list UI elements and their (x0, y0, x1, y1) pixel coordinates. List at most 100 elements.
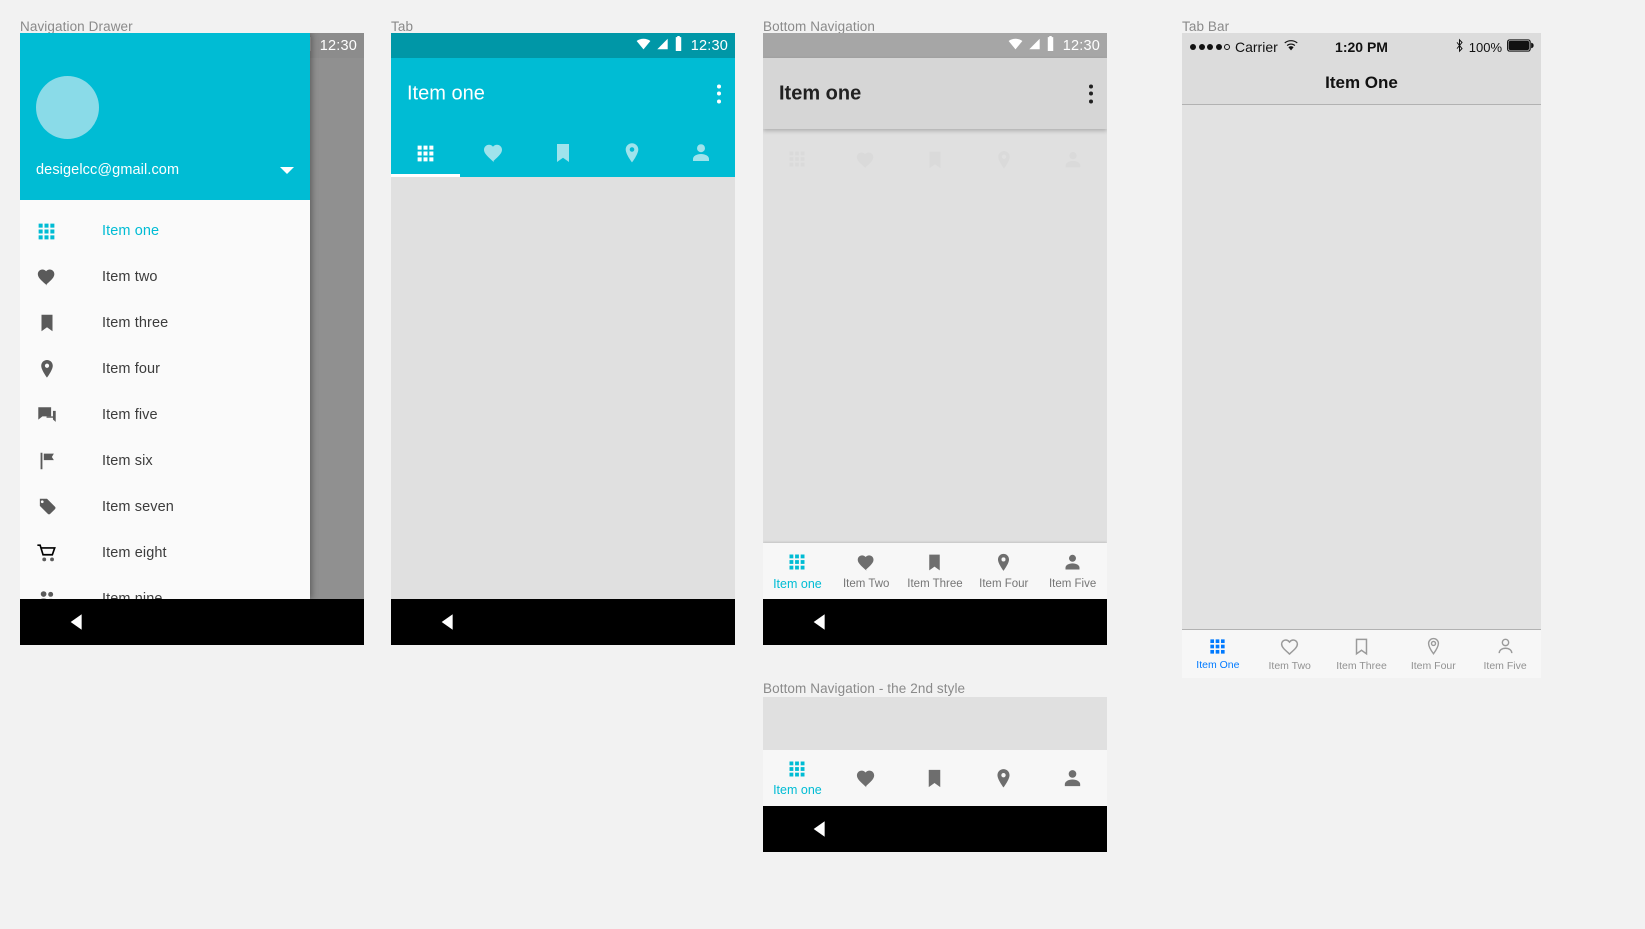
app-toolbar: Item one (391, 58, 735, 129)
drawer-item-six[interactable]: Item six (20, 438, 310, 484)
place-icon (36, 358, 66, 380)
ios-tab-item-three[interactable]: Item Three (1326, 630, 1398, 678)
android-navigation-bar (391, 599, 735, 645)
device-bottom-navigation: 12:30 Item one Item one Item Two Item Th… (763, 33, 1107, 645)
page-title: Item one (407, 82, 485, 104)
drawer-item-one[interactable]: Item one (20, 208, 310, 254)
bottom-nav2-item-three[interactable] (901, 750, 970, 806)
wifi-icon (636, 37, 651, 55)
ios-tab-label: Item Four (1410, 660, 1456, 672)
bottom-nav2-label: Item one (773, 783, 822, 797)
heart-icon (36, 266, 66, 288)
recents-square-icon[interactable] (668, 612, 688, 632)
place-icon (969, 149, 1038, 171)
bottom-nav2-item-one[interactable]: Item one (763, 750, 832, 806)
bottom-nav2-item-four[interactable] (969, 750, 1038, 806)
tab-item-one[interactable] (391, 129, 460, 177)
ios-tab-item-four[interactable]: Item Four (1397, 630, 1469, 678)
bottom-nav-item-four[interactable]: Item Four (969, 543, 1038, 599)
bottom-nav-item-two[interactable]: Item Two (832, 543, 901, 599)
back-triangle-icon[interactable] (810, 611, 832, 633)
drawer-item-two[interactable]: Item two (20, 254, 310, 300)
carrier-label: Carrier (1235, 39, 1278, 55)
home-circle-icon[interactable] (925, 818, 947, 840)
bottom-nav-label: Item Four (979, 578, 1029, 590)
drawer-item-label: Item eight (102, 545, 167, 561)
overflow-menu-icon[interactable] (1089, 84, 1093, 103)
drawer-item-five[interactable]: Item five (20, 392, 310, 438)
content-area (763, 697, 1107, 750)
back-triangle-icon[interactable] (67, 611, 89, 633)
ios-tab-label: Item Three (1336, 660, 1387, 672)
android-navigation-bar (763, 806, 1107, 852)
bottom-nav-item-five[interactable]: Item Five (1038, 543, 1107, 599)
device-navigation-drawer: 12:30 desigelcc@gmail.com Item one Item … (20, 33, 364, 645)
drawer-item-nine[interactable]: Item nine (20, 576, 310, 599)
battery-icon (1507, 39, 1534, 55)
ios-tab-label: Item Two (1268, 660, 1311, 672)
tab-item-five[interactable] (666, 129, 735, 177)
tab-item-two[interactable] (460, 129, 529, 177)
recents-square-icon[interactable] (1040, 819, 1060, 839)
tab-item-four[interactable] (597, 129, 666, 177)
drawer-item-seven[interactable]: Item seven (20, 484, 310, 530)
status-bar-time: 12:30 (1062, 37, 1100, 54)
chevron-down-icon[interactable] (280, 167, 294, 174)
panel-label-tab-bar: Tab Bar (1182, 19, 1230, 34)
drawer-item-label: Item seven (102, 499, 174, 515)
ios-status-right: 100% (1455, 38, 1534, 56)
ghost-icon-row (763, 149, 1107, 171)
home-circle-icon[interactable] (182, 611, 204, 633)
ios-tab-item-five[interactable]: Item Five (1469, 630, 1541, 678)
bottom-nav-label: Item one (773, 576, 822, 591)
tab-strip (391, 129, 735, 177)
tab-item-three[interactable] (529, 129, 598, 177)
ios-tab-item-one[interactable]: Item One (1182, 630, 1254, 678)
bottom-navigation-bar-2: Item one (763, 750, 1107, 806)
account-email: desigelcc@gmail.com (36, 162, 180, 178)
person-icon (1038, 149, 1107, 171)
device-tab-bar: Carrier 1:20 PM 100% Item One Item One I… (1182, 33, 1541, 678)
bottom-nav2-item-two[interactable] (832, 750, 901, 806)
bottom-nav2-item-five[interactable] (1038, 750, 1107, 806)
ios-nav-bar: Item One (1182, 61, 1541, 105)
panel-label-navigation-drawer: Navigation Drawer (20, 19, 133, 34)
avatar-circle-icon[interactable] (36, 76, 99, 139)
bottom-navigation-bar: Item one Item Two Item Three Item Four I… (763, 543, 1107, 599)
ios-tab-label: Item Five (1483, 660, 1527, 672)
flag-icon (36, 450, 66, 472)
wifi-icon (1283, 39, 1299, 55)
drawer-item-four[interactable]: Item four (20, 346, 310, 392)
bottom-nav-label: Item Three (907, 578, 963, 590)
navigation-drawer-panel: desigelcc@gmail.com Item one Item two It… (20, 33, 310, 599)
content-area (763, 129, 1107, 599)
signal-icon (656, 37, 669, 55)
ios-status-bar: Carrier 1:20 PM 100% (1182, 33, 1541, 61)
drawer-item-label: Item six (102, 453, 153, 469)
bottom-nav-item-one[interactable]: Item one (763, 543, 832, 599)
android-navigation-bar (20, 599, 364, 645)
panel-label-bottom-navigation-2: Bottom Navigation - the 2nd style (763, 681, 966, 696)
page-title: Item One (1325, 72, 1398, 92)
drawer-item-label: Item one (102, 223, 160, 239)
drawer-item-three[interactable]: Item three (20, 300, 310, 346)
home-circle-icon[interactable] (925, 611, 947, 633)
recents-square-icon[interactable] (1040, 612, 1060, 632)
overflow-menu-icon[interactable] (717, 84, 721, 103)
carrier-status: Carrier (1190, 39, 1299, 55)
back-triangle-icon[interactable] (810, 818, 832, 840)
people-icon (36, 588, 66, 599)
app-toolbar: Item one (763, 58, 1107, 129)
back-triangle-icon[interactable] (438, 611, 460, 633)
tag-icon (36, 496, 66, 518)
ios-tab-item-two[interactable]: Item Two (1254, 630, 1326, 678)
bottom-nav-item-three[interactable]: Item Three (901, 543, 970, 599)
recents-square-icon[interactable] (297, 612, 317, 632)
drawer-item-eight[interactable]: Item eight (20, 530, 310, 576)
drawer-item-label: Item nine (102, 591, 163, 599)
home-circle-icon[interactable] (553, 611, 575, 633)
heart-icon (832, 149, 901, 171)
status-bar-time: 12:30 (319, 37, 357, 54)
drawer-item-list: Item one Item two Item three Item four I… (20, 200, 310, 599)
bookmark-icon (36, 312, 66, 334)
